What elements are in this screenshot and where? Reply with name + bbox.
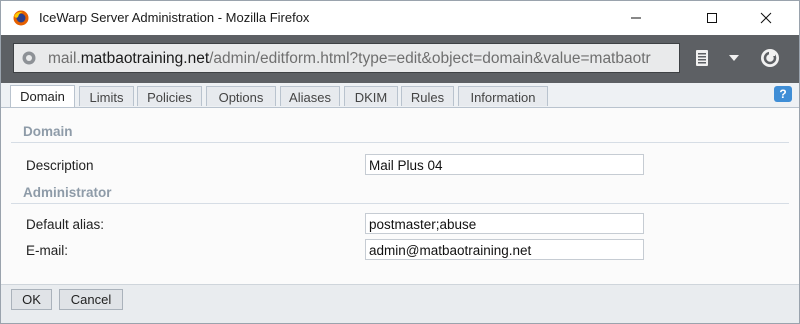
maximize-icon xyxy=(707,13,717,23)
email-label: E-mail: xyxy=(26,243,69,258)
tab-label: Domain xyxy=(20,89,65,104)
tab-label: Information xyxy=(470,90,536,105)
maximize-button[interactable] xyxy=(689,1,735,35)
email-field[interactable]: admin@matbaotraining.net xyxy=(365,239,644,260)
description-label: Description xyxy=(26,158,94,173)
tab-label: Limits xyxy=(89,90,124,105)
tab-information[interactable]: Information xyxy=(458,86,548,106)
minimize-button[interactable] xyxy=(613,1,659,35)
url-bar: mail.matbaotraining.net/admin/editform.h… xyxy=(1,35,799,83)
default-alias-label: Default alias: xyxy=(26,217,105,232)
url-path: /admin/editform.html?type=edit&object=do… xyxy=(209,50,651,67)
tab-options[interactable]: Options xyxy=(206,86,276,106)
section-administrator: Administrator xyxy=(11,182,789,204)
minimize-icon xyxy=(631,17,641,19)
firefox-icon xyxy=(13,10,29,26)
close-button[interactable] xyxy=(743,1,789,35)
section-title: Administrator xyxy=(23,185,112,200)
close-icon xyxy=(760,12,772,24)
tab-rules[interactable]: Rules xyxy=(401,86,454,106)
tab-label: DKIM xyxy=(354,90,388,105)
description-field[interactable]: Mail Plus 04 xyxy=(365,154,644,175)
tab-dkim[interactable]: DKIM xyxy=(344,86,398,106)
tab-label: Policies xyxy=(147,90,192,105)
window-title: IceWarp Server Administration - Mozilla … xyxy=(39,10,310,25)
help-icon[interactable]: ? xyxy=(774,86,792,102)
address-field[interactable]: mail.matbaotraining.net/admin/editform.h… xyxy=(13,43,680,73)
sync-icon[interactable] xyxy=(760,48,780,68)
tab-policies[interactable]: Policies xyxy=(137,86,202,106)
tab-label: Options xyxy=(218,90,264,105)
button-bar: OK Cancel xyxy=(1,284,799,323)
browser-window: IceWarp Server Administration - Mozilla … xyxy=(0,0,800,324)
dropdown-icon[interactable] xyxy=(729,55,739,61)
globe-icon xyxy=(22,51,36,65)
url-prefix: mail. xyxy=(48,50,81,67)
tab-limits[interactable]: Limits xyxy=(79,86,134,106)
url-text: mail.matbaotraining.net/admin/editform.h… xyxy=(48,50,651,68)
section-domain: Domain xyxy=(11,121,789,143)
default-alias-field[interactable]: postmaster;abuse xyxy=(365,213,644,234)
form-panel: Domain Description Mail Plus 04 Administ… xyxy=(1,108,799,284)
cancel-button[interactable]: Cancel xyxy=(59,289,123,310)
tab-label: Rules xyxy=(410,90,445,105)
tab-label: Aliases xyxy=(289,90,331,105)
tab-domain[interactable]: Domain xyxy=(10,85,75,107)
tab-aliases[interactable]: Aliases xyxy=(280,86,340,106)
section-title: Domain xyxy=(23,124,73,139)
url-domain: matbaotraining.net xyxy=(80,50,210,67)
reader-icon[interactable] xyxy=(695,49,709,67)
ok-button[interactable]: OK xyxy=(11,289,52,310)
title-bar: IceWarp Server Administration - Mozilla … xyxy=(1,1,799,35)
tab-bar: Domain Limits Policies Options Aliases D… xyxy=(1,83,799,108)
